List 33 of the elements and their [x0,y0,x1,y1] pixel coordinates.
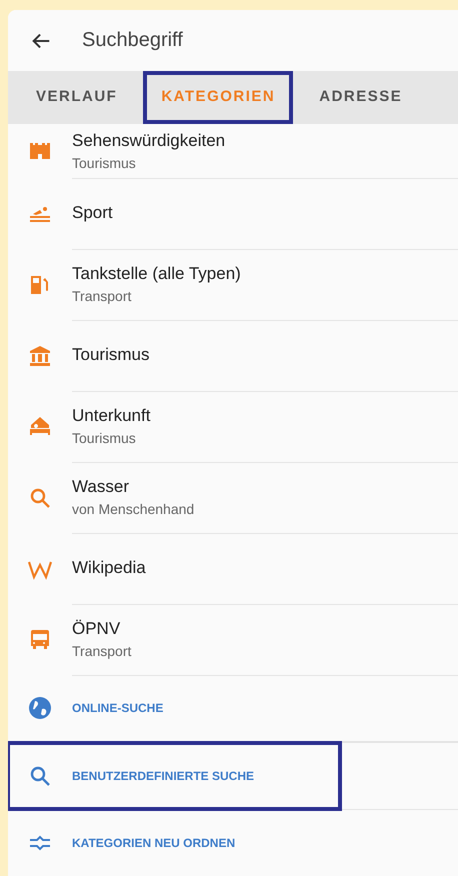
category-item[interactable]: ÖPNV Transport [8,604,458,675]
museum-icon [28,344,52,368]
category-group: Transport [72,643,458,659]
tab[interactable]: ADRESSE [301,71,420,124]
action-item[interactable]: KATEGORIEN NEU ORDNEN [8,810,458,876]
category-name: Tourismus [72,345,150,365]
action-item[interactable]: BENUTZERDEFINIERTE SUCHE [8,742,340,808]
category-name: Wasser [72,477,130,497]
category-item[interactable]: Tourismus [8,320,458,391]
category-group: Tourismus [72,430,458,446]
category-name: Wikipedia [72,558,147,578]
tab[interactable]: VERLAUF [18,71,136,124]
category-item[interactable]: Unterkunft Tourismus [8,391,458,462]
category-name: Sport [72,203,114,223]
globe-icon [28,696,52,720]
category-name: ÖPNV [72,619,122,639]
category-item[interactable]: Wasser von Menschenhand [8,462,458,533]
category-name: Unterkunft [72,406,152,426]
action-label: KATEGORIEN NEU ORDNEN [72,836,236,850]
action-label: ONLINE-SUCHE [72,701,164,715]
category-item[interactable]: Wikipedia [8,533,458,604]
screen-title: Suchbegriff [82,29,183,52]
action-item[interactable]: ONLINE-SUCHE [8,675,458,741]
bus-icon [28,628,52,652]
category-name: Sehenswürdigkeiten [72,130,226,150]
category-group: Transport [72,288,458,304]
category-item[interactable]: Sehenswürdigkeiten Tourismus [8,124,458,178]
category-name: Tankstelle (alle Typen) [72,264,242,284]
category-group: Tourismus [72,154,458,170]
category-item[interactable]: Sport [8,178,458,249]
action-label: BENUTZERDEFINIERTE SUCHE [72,768,254,782]
category-group: von Menschenhand [72,501,458,517]
category-item[interactable]: Tankstelle (alle Typen) Transport [8,249,458,320]
